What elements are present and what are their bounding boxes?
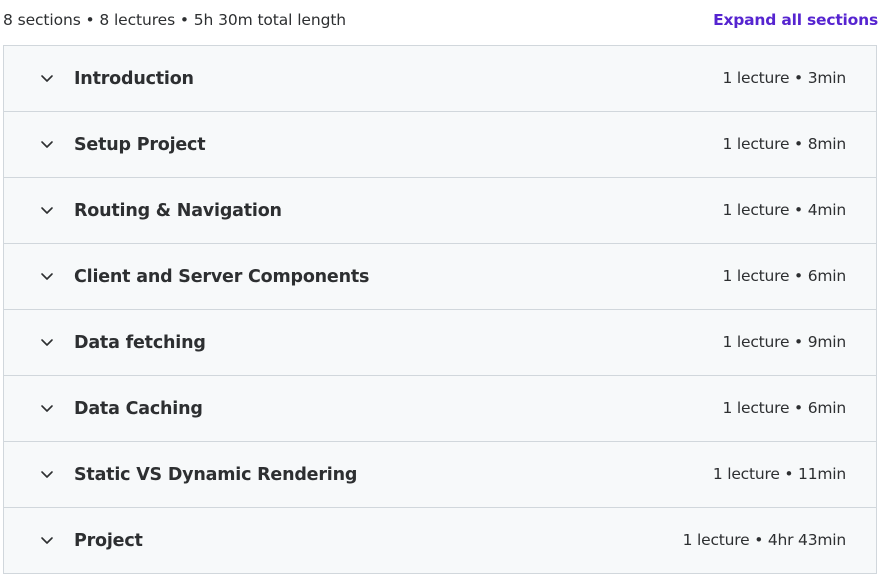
- section-introduction[interactable]: Introduction 1 lecture • 3min: [4, 46, 876, 112]
- chevron-down-icon: [40, 203, 54, 217]
- section-title: Setup Project: [74, 135, 206, 155]
- section-title: Data fetching: [74, 333, 206, 353]
- section-setup-project[interactable]: Setup Project 1 lecture • 8min: [4, 112, 876, 178]
- section-routing-navigation[interactable]: Routing & Navigation 1 lecture • 4min: [4, 178, 876, 244]
- section-title: Client and Server Components: [74, 267, 370, 287]
- section-meta: 1 lecture • 4hr 43min: [682, 531, 847, 549]
- section-title: Static VS Dynamic Rendering: [74, 465, 358, 485]
- section-static-vs-dynamic-rendering[interactable]: Static VS Dynamic Rendering 1 lecture • …: [4, 442, 876, 508]
- section-client-server-components[interactable]: Client and Server Components 1 lecture •…: [4, 244, 876, 310]
- section-title: Introduction: [74, 69, 194, 89]
- section-meta: 1 lecture • 3min: [722, 69, 846, 87]
- chevron-down-icon: [40, 467, 54, 481]
- section-project[interactable]: Project 1 lecture • 4hr 43min: [4, 508, 876, 573]
- chevron-down-icon: [40, 269, 54, 283]
- section-title: Data Caching: [74, 399, 203, 419]
- section-meta: 1 lecture • 9min: [722, 333, 846, 351]
- chevron-down-icon: [40, 137, 54, 151]
- section-data-fetching[interactable]: Data fetching 1 lecture • 9min: [4, 310, 876, 376]
- section-title: Routing & Navigation: [74, 201, 282, 221]
- section-meta: 1 lecture • 6min: [722, 267, 846, 285]
- curriculum-summary: 8 sections • 8 lectures • 5h 30m total l…: [3, 11, 347, 29]
- section-meta: 1 lecture • 11min: [712, 465, 846, 483]
- section-data-caching[interactable]: Data Caching 1 lecture • 6min: [4, 376, 876, 442]
- section-meta: 1 lecture • 4min: [722, 201, 846, 219]
- section-list: Introduction 1 lecture • 3min Setup Proj…: [3, 45, 877, 574]
- expand-all-sections-button[interactable]: Expand all sections: [713, 10, 878, 30]
- course-curriculum: 8 sections • 8 lectures • 5h 30m total l…: [0, 0, 881, 577]
- chevron-down-icon: [40, 71, 54, 85]
- chevron-down-icon: [40, 335, 54, 349]
- chevron-down-icon: [40, 533, 54, 547]
- curriculum-summary-bar: 8 sections • 8 lectures • 5h 30m total l…: [0, 0, 881, 44]
- section-title: Project: [74, 531, 143, 551]
- chevron-down-icon: [40, 401, 54, 415]
- section-meta: 1 lecture • 8min: [722, 135, 846, 153]
- section-meta: 1 lecture • 6min: [722, 399, 846, 417]
